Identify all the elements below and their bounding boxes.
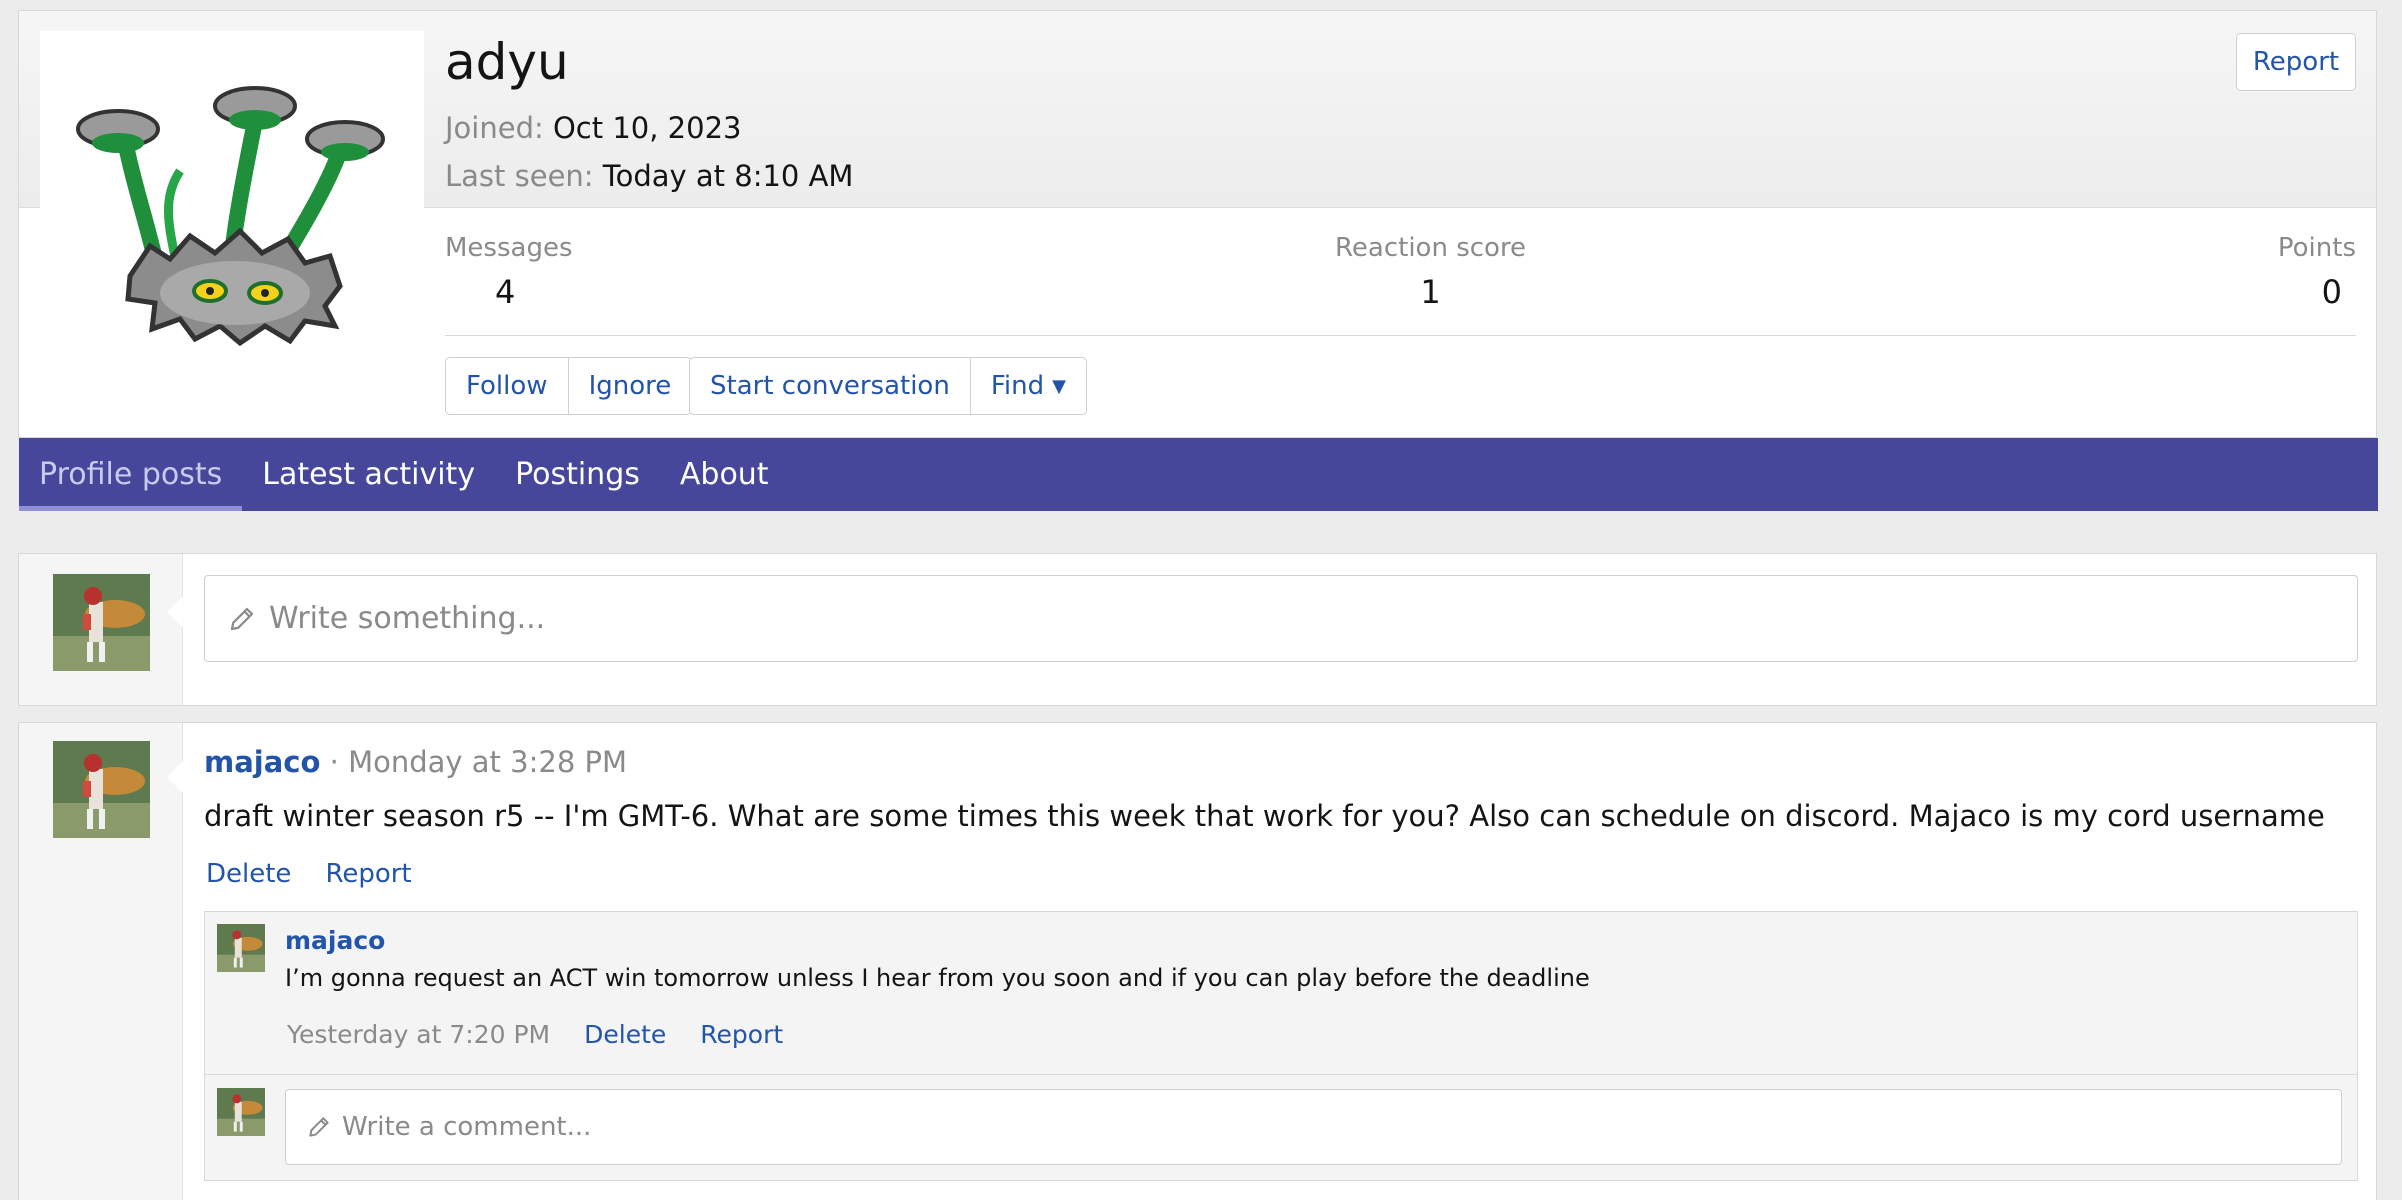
joined-label: Joined: — [445, 111, 544, 145]
current-user-comment-avatar[interactable] — [217, 1088, 265, 1136]
follow-ignore-group: Follow Ignore — [445, 357, 693, 415]
start-conversation-button[interactable]: Start conversation — [690, 358, 971, 414]
stat-value[interactable]: 0 — [2278, 273, 2356, 311]
member-header: adyu Joined: Oct 10, 2023 Last seen: Tod… — [18, 10, 2378, 511]
caret-down-icon: ▼ — [1052, 375, 1066, 397]
write-something-placeholder: Write something... — [269, 601, 546, 636]
find-dropdown-button[interactable]: Find ▼ — [971, 358, 1086, 414]
report-comment-link[interactable]: Report — [700, 1020, 783, 1049]
current-user-avatar[interactable] — [53, 574, 150, 671]
pokemon-avatar-image — [217, 924, 265, 972]
pencil-icon — [227, 604, 257, 634]
stat-points[interactable]: Points 0 — [2278, 233, 2356, 311]
tab-profile-posts[interactable]: Profile posts — [19, 438, 243, 511]
post-pointer — [167, 759, 185, 795]
post-author-avatar[interactable] — [53, 741, 150, 838]
joined-value: Oct 10, 2023 — [552, 111, 742, 145]
comment-list: majaco I’m gonna request an ACT win tomo… — [204, 911, 2358, 1181]
creature-avatar-image — [76, 86, 385, 347]
post-timestamp[interactable]: Monday at 3:28 PM — [348, 745, 627, 779]
comment-divider — [205, 1074, 2357, 1075]
pencil-icon — [306, 1114, 332, 1140]
write-comment-input[interactable]: Write a comment... — [285, 1089, 2342, 1165]
profile-post-composer: Write something... — [18, 553, 2377, 706]
find-label: Find — [990, 371, 1045, 401]
delete-post-link[interactable]: Delete — [206, 859, 291, 889]
delete-comment-link[interactable]: Delete — [584, 1020, 666, 1049]
stat-label: Reaction score — [1335, 233, 1527, 263]
write-comment-placeholder: Write a comment... — [342, 1112, 592, 1142]
last-seen-label: Last seen: — [445, 159, 594, 193]
report-profile-button[interactable]: Report — [2236, 33, 2356, 91]
post-separator: · — [329, 745, 339, 779]
joined-line: Joined: Oct 10, 2023 — [445, 111, 741, 145]
stats-divider — [445, 335, 2356, 336]
conversation-find-group: Start conversation Find ▼ — [689, 357, 1087, 415]
profile-post: majaco · Monday at 3:28 PM draft winter … — [18, 722, 2377, 1200]
last-seen-value[interactable]: Today at 8:10 AM — [603, 159, 854, 193]
write-something-input[interactable]: Write something... — [204, 575, 2358, 662]
comment-author-avatar[interactable] — [217, 924, 265, 972]
post-body: draft winter season r5 -- I'm GMT-6. Wha… — [204, 799, 2325, 833]
report-post-link[interactable]: Report — [325, 859, 411, 889]
stat-messages[interactable]: Messages 4 — [445, 233, 573, 311]
composer-pointer — [167, 594, 185, 630]
post-author-link[interactable]: majaco — [204, 745, 320, 779]
pokemon-avatar-image — [217, 1088, 265, 1136]
stat-value: 1 — [1420, 273, 1441, 311]
tab-latest-activity[interactable]: Latest activity — [242, 438, 495, 511]
last-seen-line: Last seen: Today at 8:10 AM — [445, 159, 853, 193]
follow-button[interactable]: Follow — [446, 358, 569, 414]
profile-tabs: Profile posts Latest activity Postings A… — [19, 438, 2378, 511]
profile-avatar[interactable] — [40, 31, 424, 347]
comment-author-link[interactable]: majaco — [285, 926, 385, 955]
pokemon-avatar-image — [53, 741, 150, 838]
pokemon-avatar-image — [53, 574, 150, 671]
tab-postings[interactable]: Postings — [495, 438, 660, 511]
comment-timestamp[interactable]: Yesterday at 7:20 PM — [287, 1020, 550, 1049]
profile-username: adyu — [445, 33, 569, 91]
tab-about[interactable]: About — [660, 438, 789, 511]
stat-label: Points — [2277, 233, 2356, 263]
stat-reaction-score: Reaction score 1 — [1335, 233, 1526, 311]
post-header: majaco · Monday at 3:28 PM — [204, 745, 627, 779]
comment-text: I’m gonna request an ACT win tomorrow un… — [285, 964, 1590, 992]
post-actions: Delete Report — [206, 859, 412, 889]
ignore-button[interactable]: Ignore — [569, 358, 692, 414]
stat-value[interactable]: 4 — [445, 273, 573, 311]
comment-meta: Yesterday at 7:20 PM Delete Report — [287, 1020, 783, 1049]
stat-label: Messages — [445, 233, 573, 263]
